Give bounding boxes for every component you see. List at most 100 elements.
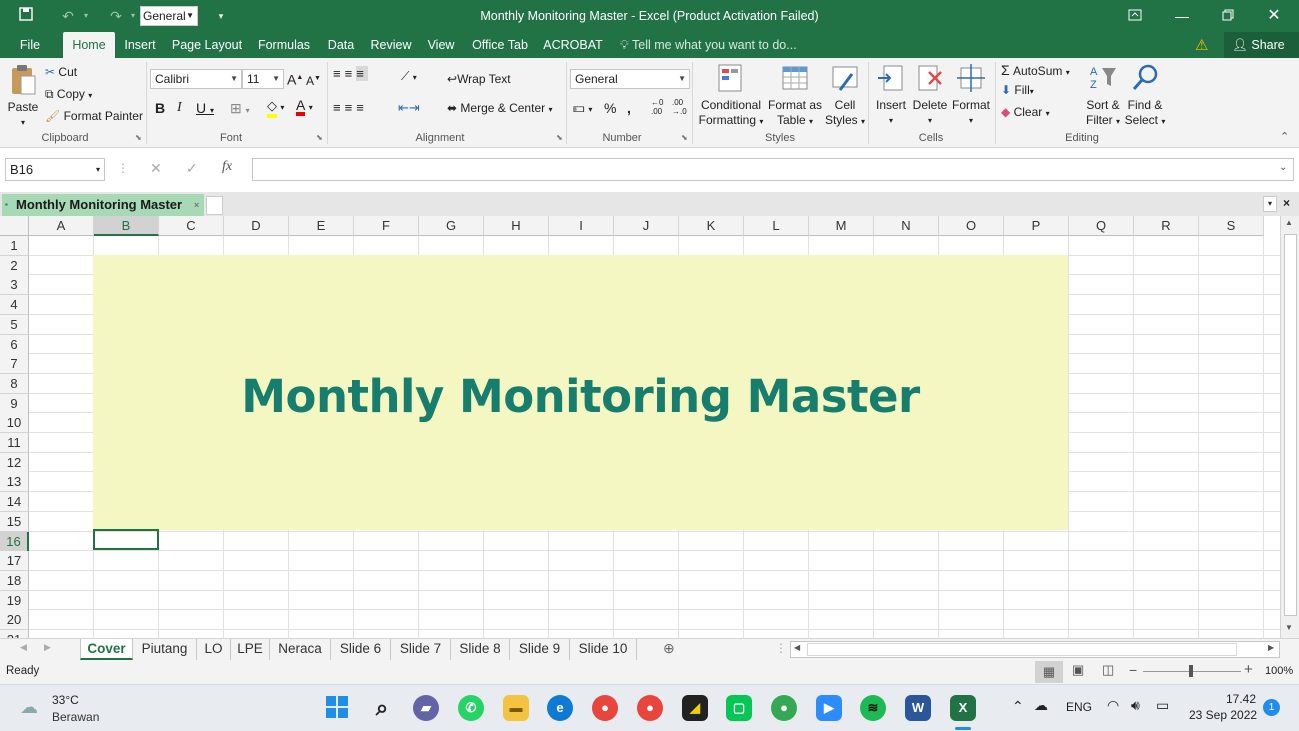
- column-header-l[interactable]: L: [744, 216, 809, 236]
- column-header-s[interactable]: S: [1199, 216, 1264, 236]
- weather-temp[interactable]: 33°C: [52, 693, 79, 707]
- row-header-13[interactable]: 13: [0, 472, 29, 493]
- tell-me-search[interactable]: 💡︎ Tell me what you want to do...: [620, 32, 797, 58]
- percent-style-button[interactable]: %: [604, 100, 616, 116]
- delete-cells-button[interactable]: Delete ▾: [911, 62, 949, 128]
- copy-button[interactable]: ⧉ Copy ▾: [45, 86, 92, 104]
- row-header-10[interactable]: 10: [0, 413, 29, 434]
- sheet-tab-slide6[interactable]: Slide 6: [331, 639, 391, 660]
- close-icon[interactable]: ✕: [1262, 6, 1286, 26]
- select-all-corner[interactable]: [0, 216, 29, 236]
- volume-icon[interactable]: 🔊︎: [1131, 697, 1140, 714]
- minimize-icon[interactable]: —: [1170, 6, 1194, 26]
- row-header-20[interactable]: 20: [0, 610, 29, 631]
- dialog-launcher-icon[interactable]: ⬊: [316, 133, 323, 142]
- row-header-12[interactable]: 12: [0, 452, 29, 473]
- chevron-up-icon[interactable]: ⌃: [1012, 698, 1024, 715]
- cut-button[interactable]: ✂ Cut: [45, 64, 77, 80]
- collapse-ribbon-icon[interactable]: ⌃: [1280, 130, 1289, 143]
- insert-function-icon[interactable]: fx: [222, 159, 232, 175]
- tab-insert[interactable]: Insert: [118, 32, 162, 58]
- onedrive-icon[interactable]: ☁: [1034, 697, 1048, 714]
- zoom-out-icon[interactable]: −: [1129, 662, 1137, 678]
- row-header-14[interactable]: 14: [0, 492, 29, 513]
- scroll-right-icon[interactable]: ▶: [1268, 643, 1274, 652]
- row-header-9[interactable]: 9: [0, 393, 29, 414]
- align-right-icon[interactable]: ≡: [356, 100, 368, 115]
- number-format-select[interactable]: General ▼: [570, 69, 690, 89]
- align-left-icon[interactable]: ≡: [333, 100, 345, 115]
- column-header-k[interactable]: K: [679, 216, 744, 236]
- restore-icon[interactable]: [1216, 6, 1240, 26]
- fill-button[interactable]: ⬇ Fill▾: [1001, 82, 1034, 100]
- indent-buttons[interactable]: ⇤⇥: [398, 100, 420, 116]
- teams-chat-icon[interactable]: ▰: [413, 695, 439, 721]
- horizontal-align-buttons[interactable]: ≡≡≡: [333, 100, 368, 116]
- row-header-2[interactable]: 2: [0, 255, 29, 276]
- clock-time[interactable]: 17.42: [1226, 692, 1256, 706]
- battery-icon[interactable]: ▭: [1156, 697, 1169, 714]
- active-cell[interactable]: [93, 529, 159, 550]
- decrease-indent-icon[interactable]: ⇤: [398, 100, 409, 115]
- dialog-launcher-icon[interactable]: ⬊: [681, 133, 688, 142]
- clear-button[interactable]: ◆ Clear ▾: [1001, 104, 1050, 122]
- paste-button[interactable]: Paste ▾: [6, 64, 40, 130]
- row-header-19[interactable]: 19: [0, 590, 29, 611]
- sort-filter-button[interactable]: AZ Sort & Filter ▾: [1083, 62, 1123, 129]
- align-bottom-icon[interactable]: ≡: [356, 66, 368, 81]
- share-button[interactable]: 👤︎ Share: [1224, 32, 1299, 58]
- format-painter-button[interactable]: 🖌︎ Format Painter: [45, 108, 143, 124]
- row-header-16[interactable]: 16: [0, 531, 29, 552]
- column-header-c[interactable]: C: [159, 216, 224, 236]
- tab-acrobat[interactable]: ACROBAT: [540, 32, 606, 58]
- sticky-notes-icon[interactable]: ◢: [682, 695, 708, 721]
- align-middle-icon[interactable]: ≡: [345, 66, 357, 81]
- zoom-app-icon[interactable]: ▶: [816, 695, 842, 721]
- notification-badge[interactable]: 1: [1263, 699, 1280, 716]
- zoom-slider-thumb[interactable]: [1189, 665, 1193, 677]
- normal-view-icon[interactable]: ▦: [1035, 661, 1063, 683]
- cancel-entry-icon[interactable]: ✕: [150, 160, 162, 177]
- row-header-8[interactable]: 8: [0, 373, 29, 394]
- orientation-button[interactable]: ⟋ ▾: [401, 68, 417, 86]
- bold-button[interactable]: B: [155, 100, 165, 116]
- tab-home[interactable]: Home: [63, 32, 115, 58]
- cloud-icon[interactable]: ☁: [20, 697, 38, 718]
- row-header-6[interactable]: 6: [0, 334, 29, 355]
- font-color-button[interactable]: A ▾: [296, 98, 313, 116]
- font-size-select[interactable]: 11 ▼: [242, 69, 284, 89]
- conditional-formatting-button[interactable]: Conditional Formatting ▾: [697, 62, 765, 129]
- excel-taskbar-icon[interactable]: X: [950, 695, 976, 721]
- scroll-down-icon[interactable]: ▼: [1285, 623, 1293, 632]
- confirm-entry-icon[interactable]: ✓: [186, 160, 198, 177]
- search-icon[interactable]: ⌕: [369, 695, 395, 721]
- zoom-in-icon[interactable]: +: [1244, 661, 1253, 678]
- expand-formula-bar-icon[interactable]: ⌄: [1279, 162, 1287, 173]
- formula-input[interactable]: [252, 158, 1294, 181]
- italic-button[interactable]: I: [177, 100, 182, 116]
- row-header-17[interactable]: 17: [0, 551, 29, 572]
- format-cells-button[interactable]: Format ▾: [950, 62, 992, 128]
- vertical-align-buttons[interactable]: ≡≡≡: [333, 66, 368, 82]
- row-header-18[interactable]: 18: [0, 570, 29, 591]
- column-header-n[interactable]: N: [874, 216, 939, 236]
- insert-cells-button[interactable]: Insert ▾: [872, 62, 910, 128]
- prev-sheet-icon[interactable]: ◀: [20, 642, 27, 653]
- sheet-tab-slide9[interactable]: Slide 9: [510, 639, 570, 660]
- weather-desc[interactable]: Berawan: [52, 710, 99, 724]
- merge-center-button[interactable]: ⬌ Merge & Center ▾: [447, 100, 552, 118]
- column-header-a[interactable]: A: [29, 216, 94, 236]
- line-icon[interactable]: ▢: [726, 695, 752, 721]
- name-box[interactable]: B16 ▾: [5, 158, 105, 181]
- start-icon[interactable]: [324, 695, 350, 721]
- sheet-tab-cover[interactable]: Cover: [80, 639, 133, 660]
- row-header-7[interactable]: 7: [0, 354, 29, 375]
- chrome-alt-icon[interactable]: ●: [771, 695, 797, 721]
- column-header-r[interactable]: R: [1134, 216, 1199, 236]
- column-header-f[interactable]: F: [354, 216, 419, 236]
- page-layout-view-icon[interactable]: ▣: [1072, 662, 1084, 678]
- new-tab-button[interactable]: [206, 196, 223, 215]
- page-break-view-icon[interactable]: ◫: [1102, 662, 1114, 678]
- tab-view[interactable]: View: [422, 32, 460, 58]
- wrap-text-button[interactable]: ↩Wrap Text: [447, 71, 511, 87]
